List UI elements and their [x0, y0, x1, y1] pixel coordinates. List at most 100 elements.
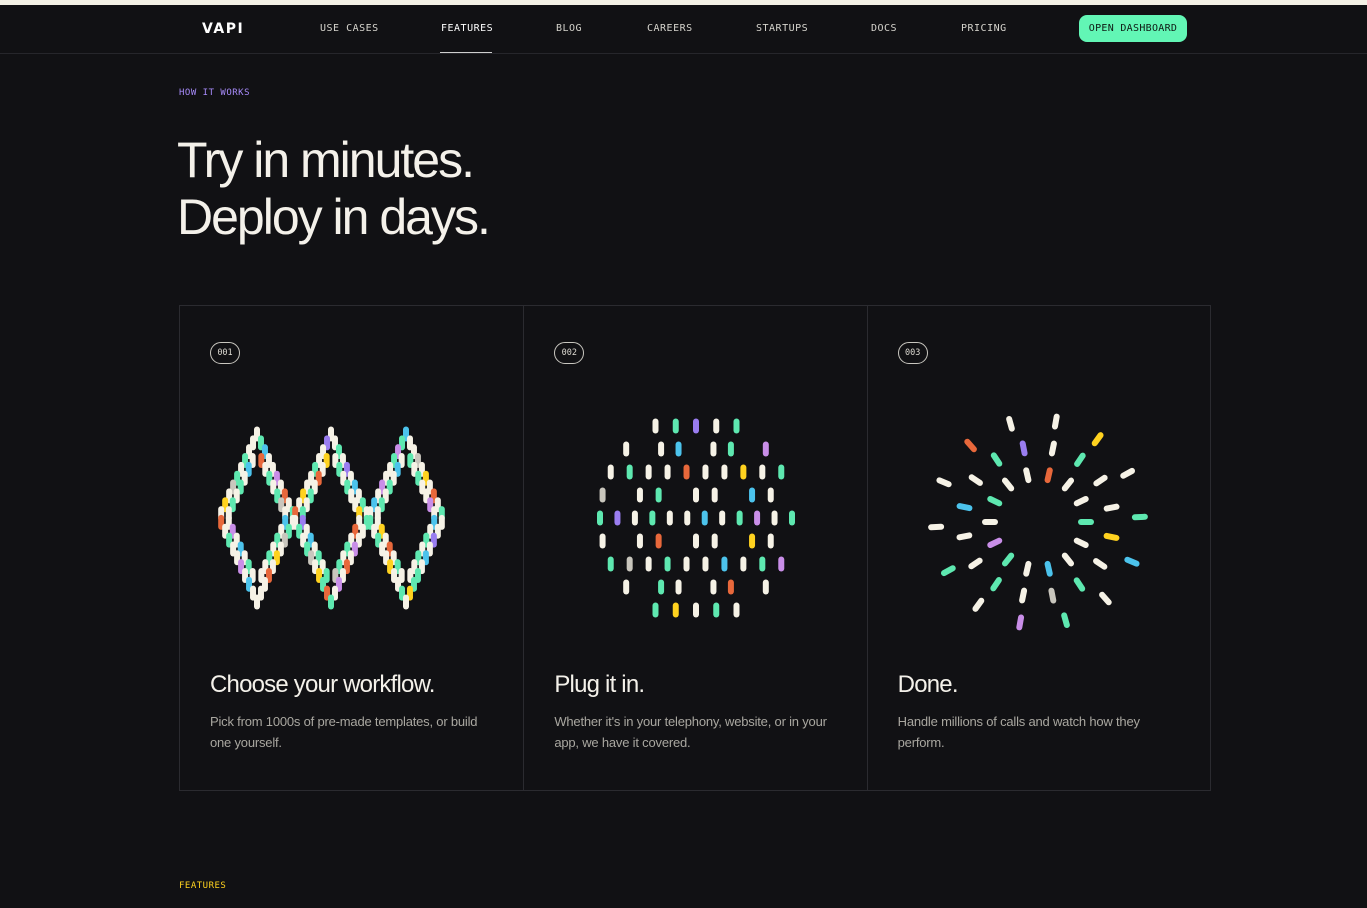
nav-features[interactable]: FEATURES: [441, 23, 493, 34]
pattern-dash: [1073, 537, 1089, 548]
pattern-dash: [728, 441, 735, 457]
pattern-dash: [658, 579, 665, 595]
step-number-badge: 001: [210, 342, 240, 364]
pattern-dash: [1015, 614, 1024, 631]
pattern-dash: [972, 597, 984, 612]
pattern-dash: [1073, 452, 1086, 467]
headline-line-2: Deploy in days.: [177, 189, 491, 245]
vapi-logo[interactable]: VAPI: [202, 21, 244, 37]
step-card-3: 003 Done. Handle millions of calls and w…: [866, 306, 1210, 790]
card-title: Plug it in.: [554, 671, 645, 698]
pattern-dash: [614, 510, 621, 526]
diamond-pattern-illustration: [218, 426, 445, 610]
pattern-dash: [658, 441, 665, 457]
pattern-dash: [693, 602, 700, 618]
radial-burst-pattern-illustration: [927, 413, 1148, 631]
pattern-dash: [1018, 587, 1027, 604]
pattern-dash: [721, 556, 728, 572]
pattern-dash: [768, 533, 775, 549]
nav-blog[interactable]: BLOG: [556, 23, 582, 34]
pattern-dash: [1103, 503, 1120, 512]
pattern-dash: [713, 602, 720, 618]
nav-docs[interactable]: DOCS: [871, 23, 897, 34]
pattern-dash: [936, 477, 952, 488]
pattern-dash: [693, 487, 700, 503]
pattern-dash: [712, 533, 719, 549]
pattern-dash: [1093, 474, 1108, 487]
pattern-dash: [1060, 612, 1070, 629]
pattern-dash: [963, 438, 977, 453]
pattern-dash: [655, 487, 662, 503]
pattern-dash: [649, 510, 656, 526]
pattern-dash: [652, 418, 659, 434]
pattern-dash: [1005, 415, 1015, 432]
pattern-dash: [733, 418, 740, 434]
pattern-dash: [967, 557, 983, 570]
pattern-dash: [1092, 558, 1108, 570]
pattern-dash: [990, 452, 1002, 467]
pattern-dash: [728, 579, 735, 595]
pattern-dash: [733, 602, 740, 618]
features-eyebrow: FEATURES: [179, 881, 227, 891]
pattern-dash: [403, 594, 409, 610]
pattern-dash: [623, 579, 630, 595]
pattern-dash: [1098, 591, 1112, 606]
pattern-dash: [749, 533, 756, 549]
pattern-dash: [1061, 552, 1074, 567]
pattern-dash: [749, 487, 756, 503]
pattern-dash: [740, 464, 747, 480]
pattern-dash: [1044, 467, 1053, 484]
pattern-dash: [710, 441, 717, 457]
pattern-dash: [1048, 587, 1056, 604]
grid-circle-pattern-illustration: [597, 418, 796, 618]
pattern-dash: [627, 556, 634, 572]
pattern-dash: [664, 464, 671, 480]
pattern-dash: [1048, 440, 1057, 457]
pattern-dash: [597, 510, 604, 526]
pattern-dash: [328, 594, 334, 610]
nav-use-cases[interactable]: USE CASES: [320, 23, 379, 34]
nav-startups[interactable]: STARTUPS: [756, 23, 808, 34]
how-it-works-cards: 001 Choose your workflow. Pick from 1000…: [179, 305, 1211, 791]
pattern-dash: [740, 556, 747, 572]
pattern-dash: [599, 487, 606, 503]
card-description: Handle millions of calls and watch how t…: [897, 714, 1140, 750]
pattern-dash: [652, 602, 659, 618]
pattern-dash: [1019, 440, 1028, 457]
pattern-dash: [712, 487, 719, 503]
pattern-dash: [702, 464, 709, 480]
nav-pricing[interactable]: PRICING: [961, 23, 1007, 34]
pattern-dash: [719, 510, 726, 526]
pattern-dash: [981, 519, 998, 525]
page-headline: Try in minutes. Deploy in days.: [177, 132, 491, 246]
nav-careers[interactable]: CAREERS: [647, 23, 693, 34]
step-number-badge: 003: [897, 342, 928, 364]
pattern-dash: [608, 464, 615, 480]
pattern-dash: [1001, 552, 1014, 567]
pattern-dash: [713, 418, 720, 434]
pattern-dash: [608, 556, 615, 572]
pattern-dash: [673, 602, 680, 618]
pattern-dash: [627, 464, 634, 480]
step-card-1: 001 Choose your workflow. Pick from 1000…: [180, 306, 523, 790]
pattern-dash: [1131, 513, 1148, 521]
pattern-dash: [667, 510, 674, 526]
pattern-dash: [702, 510, 709, 526]
pattern-dash: [956, 532, 972, 541]
pattern-dash: [693, 418, 700, 434]
active-nav-indicator: [440, 52, 492, 53]
pattern-dash: [632, 510, 639, 526]
pattern-dash: [940, 565, 956, 577]
pattern-dash: [771, 510, 778, 526]
headline-line-1: Try in minutes.: [177, 132, 475, 188]
pattern-dash: [778, 556, 785, 572]
pattern-dash: [1001, 477, 1014, 492]
pattern-dash: [710, 579, 717, 595]
pattern-dash: [637, 533, 644, 549]
pattern-dash: [254, 594, 260, 610]
pattern-dash: [1022, 560, 1032, 577]
pattern-dash: [1123, 556, 1140, 567]
open-dashboard-button[interactable]: OPEN DASHBOARD: [1079, 15, 1187, 42]
step-card-2: 002 Plug it in. Whether it's in your tel…: [523, 306, 866, 790]
pattern-dash: [754, 510, 761, 526]
